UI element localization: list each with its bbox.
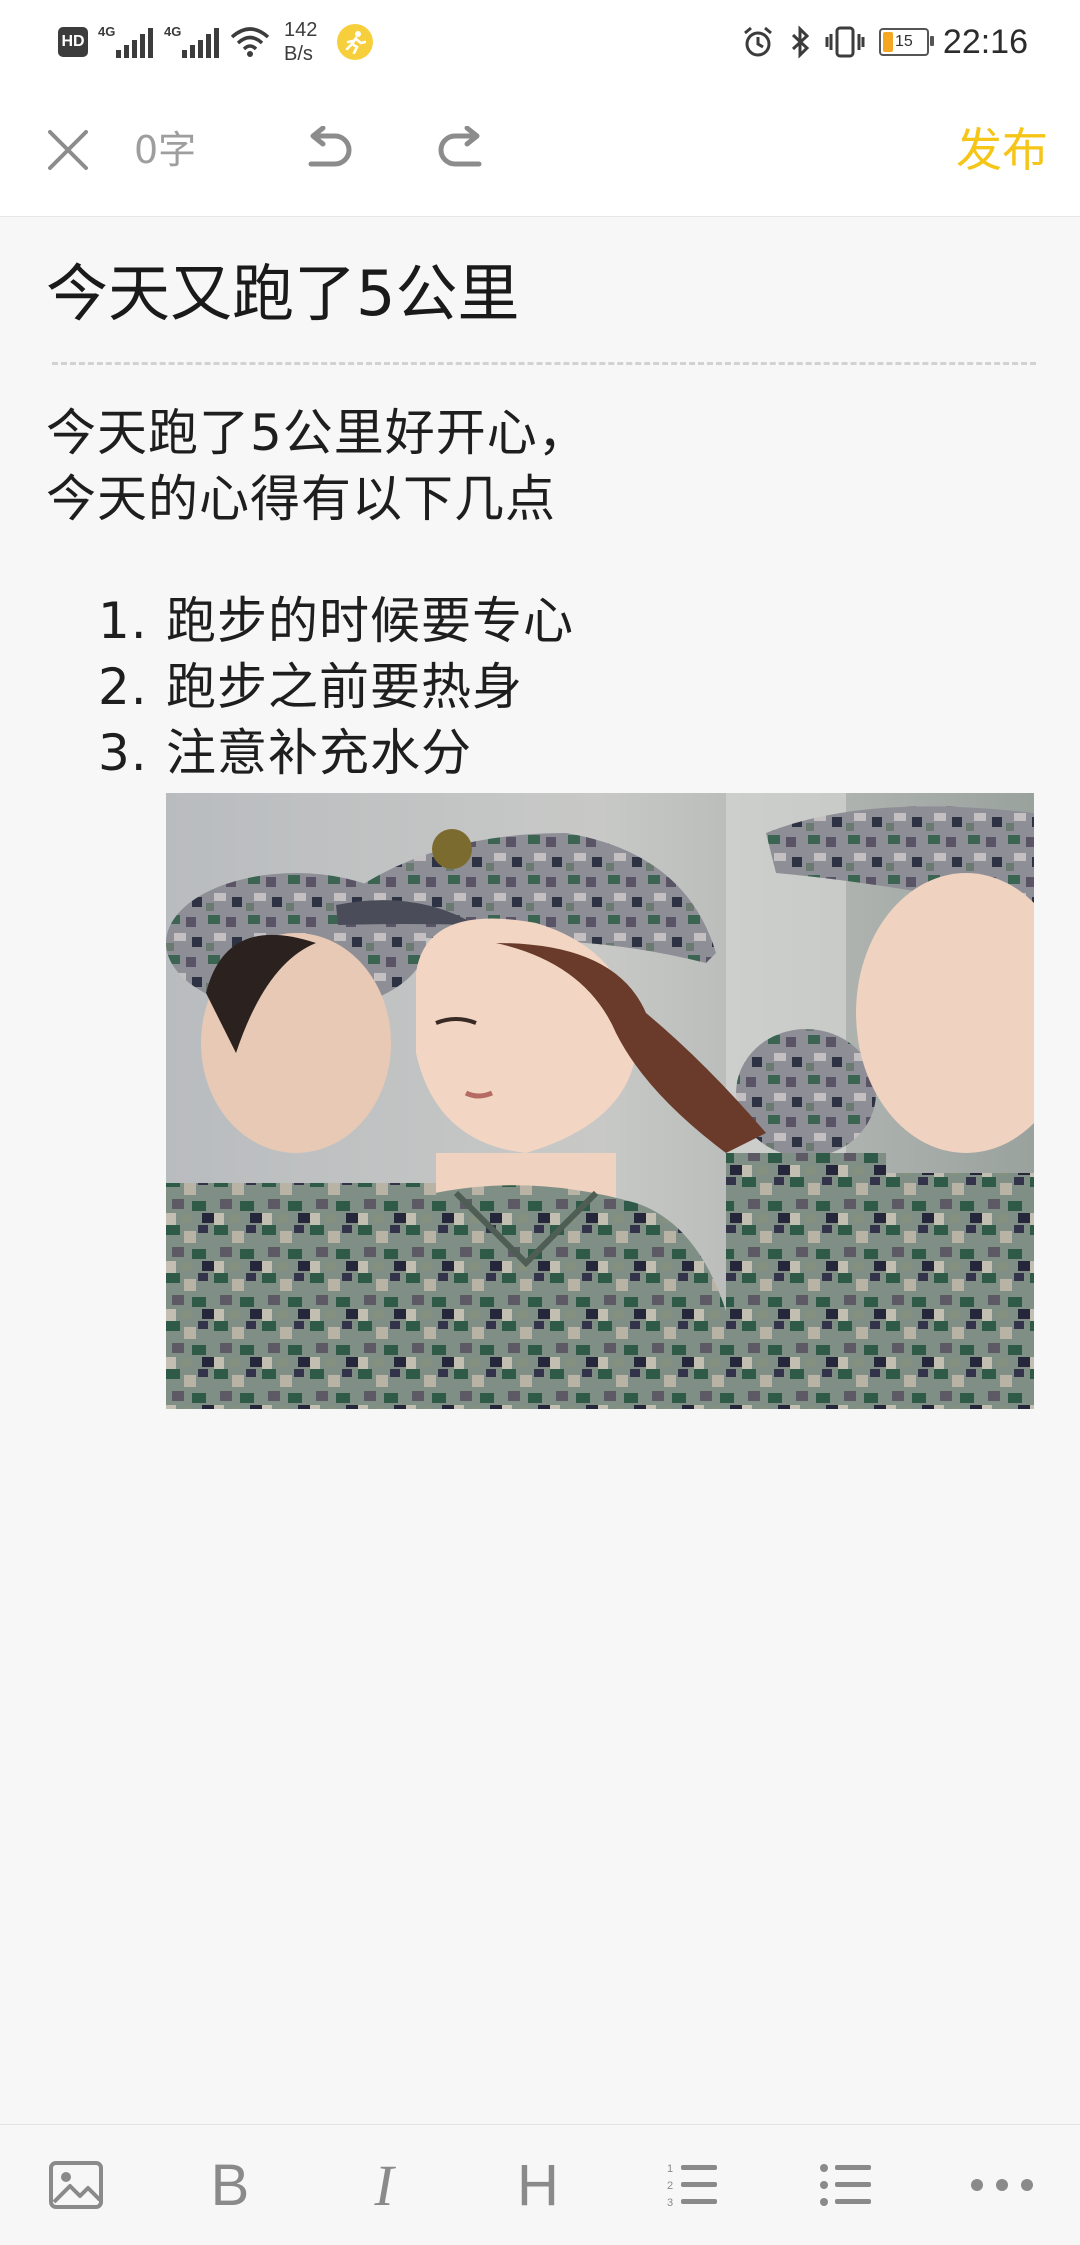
network-speed-unit: B/s xyxy=(284,43,313,65)
network-speed: 142 B/s xyxy=(284,18,317,66)
list-item-text: 注意补充水分 xyxy=(166,724,472,782)
svg-text:2: 2 xyxy=(667,2180,673,2192)
numbered-list-icon: 1 2 3 xyxy=(667,2163,717,2209)
body-paragraph-line[interactable]: 今天跑了5公里好开心， xyxy=(46,400,589,466)
bold-icon: B xyxy=(210,2152,250,2218)
image-icon xyxy=(49,2161,103,2209)
list-item-number: 3. xyxy=(98,724,148,782)
numbered-list-button[interactable]: 1 2 3 xyxy=(642,2125,742,2245)
battery-icon: 15 xyxy=(878,28,934,56)
signal-icon: 4G xyxy=(98,24,154,60)
word-count: 0字 xyxy=(134,128,197,172)
redo-button[interactable] xyxy=(430,118,494,182)
running-app-icon xyxy=(337,24,374,60)
vibrate-icon xyxy=(825,26,865,58)
list-item[interactable]: 1. 跑步的时候要专心 xyxy=(98,588,574,654)
redo-icon xyxy=(438,126,482,167)
italic-icon: I xyxy=(374,2152,394,2218)
insert-image-button[interactable] xyxy=(26,2125,126,2245)
battery-level: 15 xyxy=(895,33,913,50)
undo-button[interactable] xyxy=(296,118,360,182)
undo-icon xyxy=(308,126,352,167)
body-paragraph-line[interactable]: 今天的心得有以下几点 xyxy=(46,466,556,532)
alarm-icon xyxy=(743,26,772,57)
title-divider xyxy=(52,362,1036,365)
photo-camouflage-students xyxy=(166,793,1034,1409)
publish-button[interactable]: 发布 xyxy=(956,122,1048,178)
status-bar-right: 15 22:16 xyxy=(741,18,1028,66)
editor-toolbar: 0字 发布 xyxy=(0,84,1080,217)
wifi-icon xyxy=(230,27,270,57)
italic-button[interactable]: I xyxy=(334,2125,434,2245)
heading-button[interactable]: H xyxy=(488,2125,588,2245)
signal-icon: 4G xyxy=(164,24,220,60)
close-icon xyxy=(48,130,88,170)
list-item-number: 2. xyxy=(98,658,148,716)
bulleted-list-button[interactable] xyxy=(796,2125,896,2245)
note-title[interactable]: 今天又跑了5公里 xyxy=(46,252,519,336)
bulleted-list-icon xyxy=(820,2164,871,2206)
svg-text:3: 3 xyxy=(667,2197,673,2209)
hd-icon: HD xyxy=(58,27,88,57)
inserted-photo[interactable] xyxy=(166,793,1034,1409)
numbered-list: 1. 跑步的时候要专心 2. 跑步之前要热身 3. 注意补充水分 xyxy=(98,588,574,786)
list-item[interactable]: 3. 注意补充水分 xyxy=(98,720,574,786)
network-type-label: 4G xyxy=(98,24,116,39)
bold-button[interactable]: B xyxy=(180,2125,280,2245)
svg-text:1: 1 xyxy=(667,2163,673,2175)
list-item[interactable]: 2. 跑步之前要热身 xyxy=(98,654,574,720)
status-bar: HD 4G 4G 142 B/s 15 22:16 xyxy=(0,0,1080,84)
more-icon xyxy=(971,2179,1033,2191)
status-bar-left: HD 4G 4G 142 B/s xyxy=(58,18,374,66)
clock: 22:16 xyxy=(942,22,1028,61)
list-item-number: 1. xyxy=(98,592,148,650)
network-type-label: 4G xyxy=(164,24,182,39)
close-button[interactable] xyxy=(38,120,98,180)
list-item-text: 跑步之前要热身 xyxy=(166,658,523,716)
more-button[interactable] xyxy=(952,2125,1052,2245)
heading-icon: H xyxy=(517,2152,559,2218)
bluetooth-icon xyxy=(791,25,810,59)
format-toolbar: B I H 1 2 3 xyxy=(0,2124,1080,2245)
list-item-text: 跑步的时候要专心 xyxy=(166,592,574,650)
network-speed-value: 142 xyxy=(284,19,318,41)
